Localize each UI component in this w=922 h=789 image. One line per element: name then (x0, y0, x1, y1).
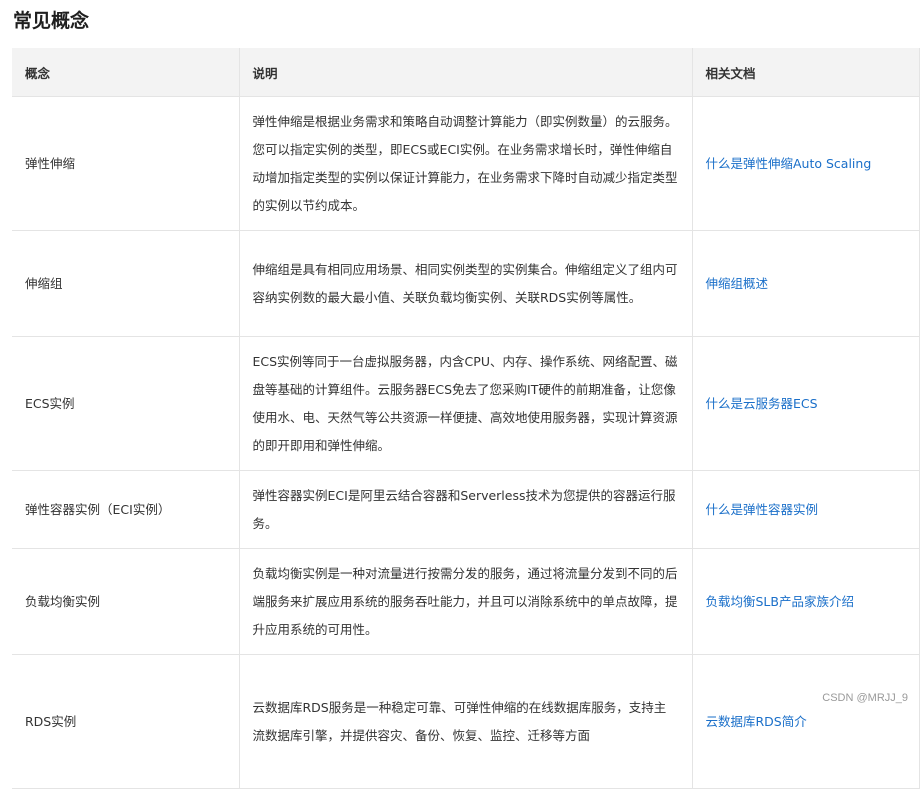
header-related-docs: 相关文档 (692, 48, 920, 97)
table-row: RDS实例 云数据库RDS服务是一种稳定可靠、可弹性伸缩的在线数据库服务，支持主… (12, 654, 920, 789)
doc-link-rds[interactable]: 云数据库RDS简介 (706, 714, 807, 729)
table-row: ECS实例 ECS实例等同于一台虚拟服务器，内含CPU、内存、操作系统、网络配置… (12, 336, 920, 471)
description-cell: 弹性伸缩是根据业务需求和策略自动调整计算能力（即实例数量）的云服务。您可以指定实… (239, 96, 693, 231)
page-title: 常见概念 (13, 10, 90, 32)
doc-link-scaling-group[interactable]: 伸缩组概述 (706, 276, 769, 291)
concept-cell: 弹性容器实例（ECI实例） (12, 470, 240, 549)
table-row: 弹性伸缩 弹性伸缩是根据业务需求和策略自动调整计算能力（即实例数量）的云服务。您… (12, 96, 920, 231)
concepts-table: 概念 说明 相关文档 弹性伸缩 弹性伸缩是根据业务需求和策略自动调整计算能力（即… (12, 48, 920, 789)
concept-cell: 负载均衡实例 (12, 548, 240, 655)
doc-cell: 什么是弹性容器实例 (692, 470, 920, 549)
doc-link-auto-scaling[interactable]: 什么是弹性伸缩Auto Scaling (706, 156, 872, 171)
doc-cell: 伸缩组概述 (692, 230, 920, 337)
description-cell: 伸缩组是具有相同应用场景、相同实例类型的实例集合。伸缩组定义了组内可容纳实例数的… (239, 230, 693, 337)
watermark: CSDN @MRJJ_9 (822, 692, 908, 704)
concept-cell: RDS实例 (12, 654, 240, 789)
concept-cell: 弹性伸缩 (12, 96, 240, 231)
doc-cell: 云数据库RDS简介 (692, 654, 920, 789)
table-header-row: 概念 说明 相关文档 (12, 48, 920, 97)
doc-cell: 什么是云服务器ECS (692, 336, 920, 471)
concept-cell: ECS实例 (12, 336, 240, 471)
description-cell: 负载均衡实例是一种对流量进行按需分发的服务，通过将流量分发到不同的后端服务来扩展… (239, 548, 693, 655)
doc-link-slb[interactable]: 负载均衡SLB产品家族介绍 (706, 594, 854, 609)
table-row: 弹性容器实例（ECI实例） 弹性容器实例ECI是阿里云结合容器和Serverle… (12, 470, 920, 549)
header-concept: 概念 (12, 48, 240, 97)
doc-cell: 什么是弹性伸缩Auto Scaling (692, 96, 920, 231)
description-cell: 云数据库RDS服务是一种稳定可靠、可弹性伸缩的在线数据库服务，支持主流数据库引擎… (239, 654, 693, 789)
doc-cell: 负载均衡SLB产品家族介绍 (692, 548, 920, 655)
table-row: 伸缩组 伸缩组是具有相同应用场景、相同实例类型的实例集合。伸缩组定义了组内可容纳… (12, 230, 920, 337)
description-cell: 弹性容器实例ECI是阿里云结合容器和Serverless技术为您提供的容器运行服… (239, 470, 693, 549)
doc-link-ecs[interactable]: 什么是云服务器ECS (706, 396, 818, 411)
description-cell: ECS实例等同于一台虚拟服务器，内含CPU、内存、操作系统、网络配置、磁盘等基础… (239, 336, 693, 471)
concept-cell: 伸缩组 (12, 230, 240, 337)
doc-link-eci[interactable]: 什么是弹性容器实例 (706, 502, 819, 517)
table-row: 负载均衡实例 负载均衡实例是一种对流量进行按需分发的服务，通过将流量分发到不同的… (12, 548, 920, 655)
header-description: 说明 (239, 48, 693, 97)
